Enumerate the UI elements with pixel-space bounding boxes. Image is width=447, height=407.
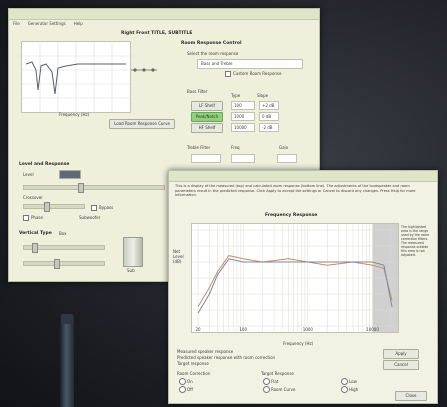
crossover-label: Crossover bbox=[23, 195, 43, 200]
measurement-microphone bbox=[60, 314, 74, 407]
legend-predicted: Predicted speaker response with room cor… bbox=[177, 355, 276, 360]
room-preset-select[interactable]: Bass and Treble bbox=[197, 59, 303, 69]
col-gain-header: Gain bbox=[279, 145, 289, 150]
filter-button-2[interactable]: Peak/Notch bbox=[191, 112, 223, 122]
filter-freq-2[interactable]: 1000 bbox=[231, 112, 255, 121]
vertical-type-title: Vertical Type bbox=[19, 231, 52, 236]
target-flat-label: Flat bbox=[271, 379, 279, 384]
x-tick-label: 20 bbox=[195, 327, 201, 332]
room-correction-on-label: On bbox=[187, 379, 193, 384]
marker-slider-icon[interactable] bbox=[131, 67, 157, 73]
room-preset-value: Bass and Treble bbox=[201, 61, 233, 66]
option-high-label: High bbox=[349, 387, 359, 392]
subwoofer-box-icon bbox=[123, 237, 143, 267]
speaker-response-graph bbox=[22, 42, 130, 112]
legend-measured: Measured speaker response bbox=[177, 349, 234, 354]
treble-freq-field[interactable] bbox=[191, 154, 221, 163]
custom-room-checkbox[interactable] bbox=[225, 71, 231, 77]
room-correction-group-title: Room Correction bbox=[177, 371, 211, 376]
menu-file[interactable]: File bbox=[13, 21, 20, 30]
level-response-title: Level and Response bbox=[19, 162, 70, 167]
col-type-header: Type bbox=[231, 93, 241, 98]
custom-room-label: Custom Room Response bbox=[233, 71, 282, 76]
chart-side-note: The highlighted area is the range used b… bbox=[401, 225, 430, 257]
crossover-slider-thumb[interactable] bbox=[44, 202, 50, 212]
plot-xlabel: Frequency (Hz) bbox=[59, 112, 90, 117]
room-correction-off-label: Off bbox=[187, 387, 193, 392]
frequency-response-chart: 20 100 1000 10000 bbox=[191, 223, 399, 333]
series-line-0 bbox=[197, 255, 393, 308]
level-slider-thumb[interactable] bbox=[78, 183, 84, 193]
load-room-response-button[interactable]: Load Room Response Curve bbox=[109, 119, 175, 129]
series-line-1 bbox=[197, 258, 393, 314]
room-response-title: Room Response Control bbox=[181, 41, 242, 46]
filter-freq-1[interactable]: 100 bbox=[231, 101, 255, 110]
menu-help[interactable]: Help bbox=[74, 21, 83, 30]
option-low-label: Low bbox=[349, 379, 357, 384]
sub-label: Sub bbox=[127, 268, 135, 273]
window2-titlebar[interactable] bbox=[169, 171, 437, 182]
x-tick-label: 100 bbox=[239, 327, 247, 332]
apply-button[interactable]: Apply bbox=[383, 349, 419, 359]
bypass-checkbox[interactable] bbox=[91, 205, 97, 211]
bass-filter-label: Bass Filter bbox=[187, 89, 208, 94]
chart-title: Frequency Response bbox=[265, 213, 318, 218]
col-freq-header: Freq bbox=[231, 145, 240, 150]
option-high-radio[interactable] bbox=[341, 386, 348, 393]
col-slope-header: Slope bbox=[257, 93, 269, 98]
menu-generator-settings[interactable]: Generator Settings bbox=[28, 21, 66, 30]
chart-xlabel: Frequency (Hz) bbox=[283, 341, 314, 346]
frequency-response-svg: 20 100 1000 10000 bbox=[192, 224, 398, 332]
target-room-radio[interactable] bbox=[263, 386, 270, 393]
phase-label: Phase bbox=[31, 215, 43, 220]
chart-ylabel: Net Level (dB) bbox=[173, 249, 184, 264]
vertical-slider-1[interactable] bbox=[23, 243, 105, 253]
level-toggle-button[interactable] bbox=[59, 170, 81, 179]
vertical-type-value: Box bbox=[59, 231, 67, 236]
filter-button-3[interactable]: HF Shelf bbox=[191, 123, 223, 133]
room-correction-on-radio[interactable] bbox=[179, 378, 186, 385]
target-room-label: Room Curve bbox=[271, 387, 296, 392]
microphone-grille bbox=[61, 314, 73, 324]
speaker-title: Right Front TITLE, SUBTITLE bbox=[121, 31, 193, 36]
crossover-slider[interactable] bbox=[23, 202, 85, 212]
speaker-response-plot bbox=[21, 41, 131, 113]
level-label: Level bbox=[23, 172, 34, 177]
close-button[interactable]: Close bbox=[395, 391, 427, 401]
menu-bar: File Generator Settings Help bbox=[9, 20, 319, 31]
subwoofer-label: Subwoofer bbox=[79, 215, 101, 220]
room-response-subtitle: Select the room response bbox=[187, 51, 239, 56]
filter-gain-3[interactable]: -2 dB bbox=[259, 123, 279, 132]
x-tick-label: 10000 bbox=[366, 327, 379, 332]
bypass-label: Bypass bbox=[99, 205, 114, 210]
legend-target: Target response bbox=[177, 361, 209, 366]
frequency-response-window: This is a display of the measured (top) … bbox=[168, 170, 438, 404]
vertical-slider-2-thumb[interactable] bbox=[54, 259, 60, 269]
cancel-button[interactable]: Cancel bbox=[383, 360, 419, 370]
filter-button-1[interactable]: LF Shelf bbox=[191, 101, 223, 111]
filter-gain-1[interactable]: +2 dB bbox=[259, 101, 279, 110]
option-low-radio[interactable] bbox=[341, 378, 348, 385]
filter-gain-2[interactable]: 0 dB bbox=[259, 112, 279, 121]
window2-description: This is a display of the measured (top) … bbox=[175, 184, 416, 198]
room-correction-off-radio[interactable] bbox=[179, 386, 186, 393]
filter-freq-3[interactable]: 10000 bbox=[231, 123, 255, 132]
treble-gain-field[interactable] bbox=[231, 154, 255, 163]
vertical-slider-1-thumb[interactable] bbox=[32, 243, 38, 253]
target-flat-radio[interactable] bbox=[263, 378, 270, 385]
window-titlebar[interactable] bbox=[9, 9, 319, 20]
phase-checkbox[interactable] bbox=[23, 215, 29, 221]
x-tick-label: 1000 bbox=[303, 327, 314, 332]
level-slider[interactable] bbox=[23, 183, 165, 193]
treble-q-field[interactable] bbox=[277, 154, 297, 163]
treble-filter-label: Treble Filter bbox=[187, 145, 211, 150]
target-response-group-title: Target Response bbox=[261, 371, 294, 376]
vertical-slider-2[interactable] bbox=[23, 259, 105, 269]
